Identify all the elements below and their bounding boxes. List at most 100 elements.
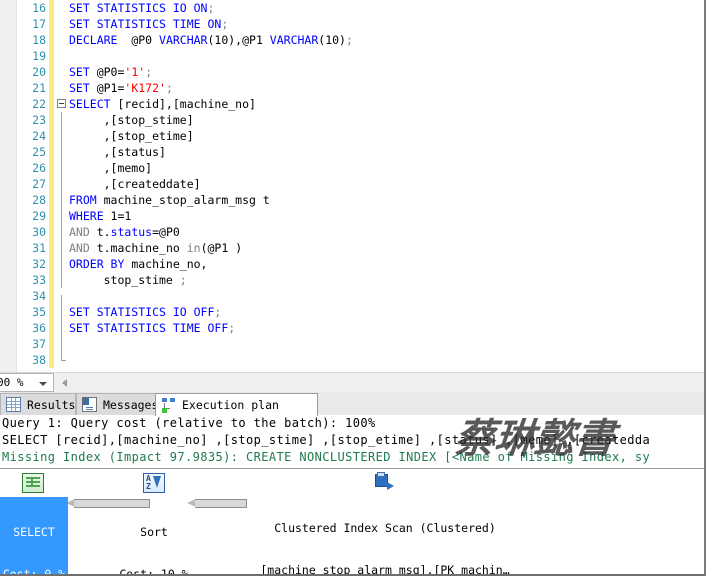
line-number: 19: [32, 49, 46, 63]
plan-node-icon: [161, 397, 176, 413]
code-line[interactable]: 35 SET STATISTICS IO OFF;: [0, 304, 704, 320]
plan-node-sort-title: Sort: [140, 525, 168, 539]
tab-label: Messages: [103, 397, 159, 412]
code-line[interactable]: 24 ,[stop_etime]: [0, 128, 704, 144]
zoom-level-combobox[interactable]: 00 %: [0, 373, 54, 392]
code-text: FROM machine_stop_alarm_msg t: [69, 192, 270, 208]
change-indicator-bar: [49, 64, 54, 80]
code-line[interactable]: 18 DECLARE @P0 VARCHAR(10),@P1 VARCHAR(10…: [0, 32, 704, 48]
code-text: SELECT [recid],[machine_no]: [69, 96, 256, 112]
chevron-down-icon[interactable]: [39, 382, 47, 386]
horizontal-scrollbar-track[interactable]: [74, 374, 704, 392]
outline-margin-cell: [56, 192, 68, 208]
outline-vertical-line: [61, 208, 62, 224]
plan-node-sort-label: Sort Cost: 10 %: [110, 497, 198, 574]
code-token: status: [110, 225, 153, 239]
outline-margin-cell: [56, 336, 68, 352]
line-number: 27: [32, 177, 46, 191]
code-text: stop_stime ;: [69, 272, 187, 288]
results-pane-tabstrip[interactable]: Results Messages Execution plan: [0, 392, 704, 416]
code-line[interactable]: 20 SET @P0='1';: [0, 64, 704, 80]
line-number: 35: [32, 305, 46, 319]
code-line[interactable]: 32 ORDER BY machine_no,: [0, 256, 704, 272]
sql-editor[interactable]: 16 SET STATISTICS IO ON; 17 SET STATISTICS …: [0, 0, 704, 372]
code-line[interactable]: 16 SET STATISTICS IO ON;: [0, 0, 704, 16]
missing-index-line[interactable]: Missing Index (Impact 97.9835): CREATE N…: [2, 450, 650, 464]
code-line[interactable]: 21 SET @P1='K172';: [0, 80, 704, 96]
code-line[interactable]: 38: [0, 352, 704, 368]
code-token: AND: [69, 241, 90, 255]
outline-vertical-line: [61, 240, 62, 256]
outline-margin-cell: [56, 256, 68, 272]
code-line[interactable]: 30 AND t.status=@P0: [0, 224, 704, 240]
code-line[interactable]: 33 stop_stime ;: [0, 272, 704, 288]
code-token: machine_stop_alarm_msg t: [96, 193, 270, 207]
line-number: 23: [32, 113, 46, 127]
collapse-minus-icon[interactable]: [57, 99, 66, 108]
execution-plan-pane[interactable]: Query 1: Query cost (relative to the bat…: [0, 415, 704, 574]
horizontal-scroll-left-button[interactable]: [58, 373, 74, 392]
zoom-level-value: 00 %: [0, 376, 24, 389]
code-text: AND t.machine_no in(@P1 ): [69, 240, 242, 256]
code-token: ;: [207, 1, 215, 15]
code-token: SET: [69, 65, 90, 79]
tab-messages[interactable]: Messages: [76, 393, 160, 415]
code-token: stop_stime: [69, 273, 180, 287]
outline-margin-cell[interactable]: [56, 96, 68, 112]
outline-vertical-line: [61, 224, 62, 240]
code-line[interactable]: 19: [0, 48, 704, 64]
code-line[interactable]: 17 SET STATISTICS TIME ON;: [0, 16, 704, 32]
plan-node-clustered-index-scan[interactable]: Clustered Index Scan (Clustered) [machin…: [250, 469, 520, 574]
tab-label: Execution plan: [182, 398, 279, 412]
code-line[interactable]: 28 FROM machine_stop_alarm_msg t: [0, 192, 704, 208]
change-indicator-bar: [49, 128, 54, 144]
tab-results[interactable]: Results: [0, 393, 76, 415]
change-indicator-bar: [49, 96, 54, 112]
code-token: ;: [179, 273, 187, 287]
code-line[interactable]: 25 ,[status]: [0, 144, 704, 160]
code-token: ,[createddate]: [69, 177, 201, 191]
change-indicator-bar: [49, 304, 54, 320]
code-text: SET @P0='1';: [69, 64, 152, 80]
code-area[interactable]: 16 SET STATISTICS IO ON; 17 SET STATISTICS …: [0, 0, 704, 372]
line-number: 38: [32, 353, 46, 367]
code-line[interactable]: 29 WHERE 1=1: [0, 208, 704, 224]
change-indicator-bar: [49, 208, 54, 224]
code-token: ,[stop_stime]: [69, 113, 194, 127]
code-token: WHERE: [69, 209, 104, 223]
plan-node-select-cost: Cost: 0 %: [2, 567, 66, 574]
change-indicator-bar: [49, 144, 54, 160]
outline-vertical-line: [61, 295, 62, 304]
execution-plan-header: Query 1: Query cost (relative to the bat…: [0, 415, 704, 467]
line-number: 37: [32, 337, 46, 351]
code-text: SET STATISTICS IO OFF;: [69, 304, 221, 320]
code-token: =@P0: [152, 225, 180, 239]
outline-margin-cell: [56, 64, 68, 80]
outline-vertical-line: [61, 320, 62, 336]
code-line[interactable]: 37: [0, 336, 704, 352]
change-indicator-bar: [49, 256, 54, 272]
code-token: VARCHAR: [159, 33, 208, 47]
code-line[interactable]: 22 SELECT [recid],[machine_no]: [0, 96, 704, 112]
tab-execution-plan[interactable]: Execution plan: [155, 393, 318, 416]
code-line[interactable]: 31 AND t.machine_no in(@P1 ): [0, 240, 704, 256]
code-line[interactable]: 23 ,[stop_stime]: [0, 112, 704, 128]
code-text: AND t.status=@P0: [69, 224, 180, 240]
code-token: 1=1: [103, 209, 132, 223]
code-line[interactable]: 26 ,[memo]: [0, 160, 704, 176]
line-number: 18: [32, 33, 46, 47]
code-text: SET STATISTICS IO ON;: [69, 0, 214, 16]
code-text: WHERE 1=1: [69, 208, 131, 224]
code-line[interactable]: 34: [0, 288, 704, 304]
document-icon: [82, 397, 97, 412]
code-line[interactable]: 27 ,[createddate]: [0, 176, 704, 192]
code-text: ,[createddate]: [69, 176, 201, 192]
change-indicator-bar: [49, 272, 54, 288]
code-line[interactable]: 36 SET STATISTICS TIME OFF;: [0, 320, 704, 336]
query-text-line: SELECT [recid],[machine_no] ,[stop_stime…: [2, 433, 651, 447]
execution-plan-graph[interactable]: SELECT Cost: 0 % AZ Sort Cost: 10 % Clus…: [0, 469, 704, 574]
outline-vertical-line: [61, 256, 62, 272]
arrow-body: [195, 499, 247, 508]
line-number: 36: [32, 321, 46, 335]
code-text: SET @P1='K172';: [69, 80, 173, 96]
